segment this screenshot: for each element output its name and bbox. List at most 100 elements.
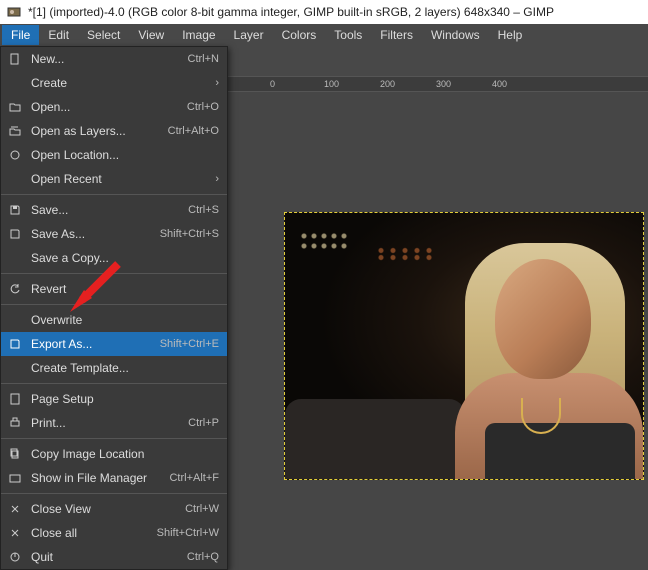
menu-accel: Ctrl+N	[188, 53, 219, 65]
ruler-tick: 0	[270, 79, 275, 89]
menu-item-new[interactable]: New... Ctrl+N	[1, 47, 227, 71]
menu-label: Overwrite	[31, 313, 219, 327]
ruler-tick: 300	[436, 79, 451, 89]
menu-accel: Ctrl+Q	[187, 551, 219, 563]
menu-item-quit[interactable]: Quit Ctrl+Q	[1, 545, 227, 569]
menu-label: Open as Layers...	[31, 124, 158, 138]
window-title: *[1] (imported)-4.0 (RGB color 8-bit gam…	[28, 5, 554, 19]
menu-item-copy-location[interactable]: Copy Image Location	[1, 442, 227, 466]
menu-label: Save As...	[31, 227, 150, 241]
save-as-icon	[7, 226, 23, 242]
menu-label: Create	[31, 76, 215, 90]
menu-accel: Shift+Ctrl+W	[157, 527, 219, 539]
blank-icon	[7, 250, 23, 266]
blank-icon	[7, 312, 23, 328]
menu-item-open-location[interactable]: Open Location...	[1, 143, 227, 167]
menu-separator	[1, 194, 227, 195]
menu-edit[interactable]: Edit	[39, 25, 78, 45]
open-icon	[7, 99, 23, 115]
menu-item-create[interactable]: Create›	[1, 71, 227, 95]
revert-icon	[7, 281, 23, 297]
blank-icon	[7, 171, 23, 187]
menu-help[interactable]: Help	[489, 25, 532, 45]
menu-item-print[interactable]: Print...Ctrl+P	[1, 411, 227, 435]
file-menu-dropdown: New...Ctrl+N Create› Open...Ctrl+O Open …	[0, 46, 228, 570]
menu-label: Quit	[31, 550, 177, 564]
menu-item-page-setup[interactable]: Page Setup	[1, 387, 227, 411]
menu-label: Create Template...	[31, 361, 219, 375]
open-location-icon	[7, 147, 23, 163]
quit-icon	[7, 549, 23, 565]
file-manager-icon	[7, 470, 23, 486]
print-icon	[7, 415, 23, 431]
menu-accel: Ctrl+P	[188, 417, 219, 429]
menu-accel: Shift+Ctrl+S	[160, 228, 219, 240]
menu-label: Show in File Manager	[31, 471, 159, 485]
window-titlebar: *[1] (imported)-4.0 (RGB color 8-bit gam…	[0, 0, 648, 24]
submenu-arrow-icon: ›	[215, 77, 219, 89]
menu-separator	[1, 493, 227, 494]
menu-item-save-copy[interactable]: Save a Copy...	[1, 246, 227, 270]
menu-accel: Shift+Ctrl+E	[160, 338, 219, 350]
menu-tools[interactable]: Tools	[325, 25, 371, 45]
submenu-arrow-icon: ›	[215, 173, 219, 185]
app-icon	[6, 4, 22, 20]
menu-colors[interactable]: Colors	[273, 25, 326, 45]
menu-item-save-as[interactable]: Save As... Shift+Ctrl+S	[1, 222, 227, 246]
menu-separator	[1, 438, 227, 439]
menu-item-open[interactable]: Open... Ctrl+O	[1, 95, 227, 119]
page-setup-icon	[7, 391, 23, 407]
menu-item-save[interactable]: Save... Ctrl+S	[1, 198, 227, 222]
menu-label: Save a Copy...	[31, 251, 219, 265]
menu-file[interactable]: File	[2, 25, 39, 45]
menu-windows[interactable]: Windows	[422, 25, 489, 45]
blank-icon	[7, 75, 23, 91]
menu-item-revert[interactable]: Revert	[1, 277, 227, 301]
menu-item-open-recent[interactable]: Open Recent›	[1, 167, 227, 191]
menu-label: Copy Image Location	[31, 447, 219, 461]
open-layers-icon	[7, 123, 23, 139]
menu-filters[interactable]: Filters	[371, 25, 422, 45]
new-icon	[7, 51, 23, 67]
menu-label: Close all	[31, 526, 147, 540]
copy-icon	[7, 446, 23, 462]
close-icon	[7, 501, 23, 517]
menu-label: Export As...	[31, 337, 150, 351]
menu-view[interactable]: View	[129, 25, 173, 45]
export-icon	[7, 336, 23, 352]
menu-item-close-view[interactable]: Close View Ctrl+W	[1, 497, 227, 521]
menu-select[interactable]: Select	[78, 25, 129, 45]
menu-label: New...	[31, 52, 178, 66]
menu-separator	[1, 273, 227, 274]
menu-layer[interactable]: Layer	[225, 25, 273, 45]
menu-item-create-template[interactable]: Create Template...	[1, 356, 227, 380]
menu-separator	[1, 383, 227, 384]
menu-label: Page Setup	[31, 392, 219, 406]
menu-label: Close View	[31, 502, 175, 516]
ruler-tick: 200	[380, 79, 395, 89]
menu-item-show-file-manager[interactable]: Show in File Manager Ctrl+Alt+F	[1, 466, 227, 490]
ruler-tick: 400	[492, 79, 507, 89]
menu-accel: Ctrl+Alt+O	[168, 125, 219, 137]
menu-item-overwrite[interactable]: Overwrite	[1, 308, 227, 332]
menu-item-export-as[interactable]: Export As... Shift+Ctrl+E	[1, 332, 227, 356]
menu-accel: Ctrl+O	[187, 101, 219, 113]
menu-label: Open...	[31, 100, 177, 114]
menu-accel: Ctrl+W	[185, 503, 219, 515]
image-canvas[interactable]	[284, 212, 644, 480]
menu-item-open-layers[interactable]: Open as Layers... Ctrl+Alt+O	[1, 119, 227, 143]
close-all-icon	[7, 525, 23, 541]
menu-label: Revert	[31, 282, 219, 296]
menu-label: Save...	[31, 203, 178, 217]
menu-accel: Ctrl+Alt+F	[169, 472, 219, 484]
menu-label: Open Recent	[31, 172, 215, 186]
menu-item-close-all[interactable]: Close all Shift+Ctrl+W	[1, 521, 227, 545]
save-icon	[7, 202, 23, 218]
menu-image[interactable]: Image	[173, 25, 224, 45]
menu-separator	[1, 304, 227, 305]
menubar: File Edit Select View Image Layer Colors…	[0, 24, 648, 46]
blank-icon	[7, 360, 23, 376]
menu-accel: Ctrl+S	[188, 204, 219, 216]
menu-label: Open Location...	[31, 148, 219, 162]
photo-content	[285, 213, 643, 479]
